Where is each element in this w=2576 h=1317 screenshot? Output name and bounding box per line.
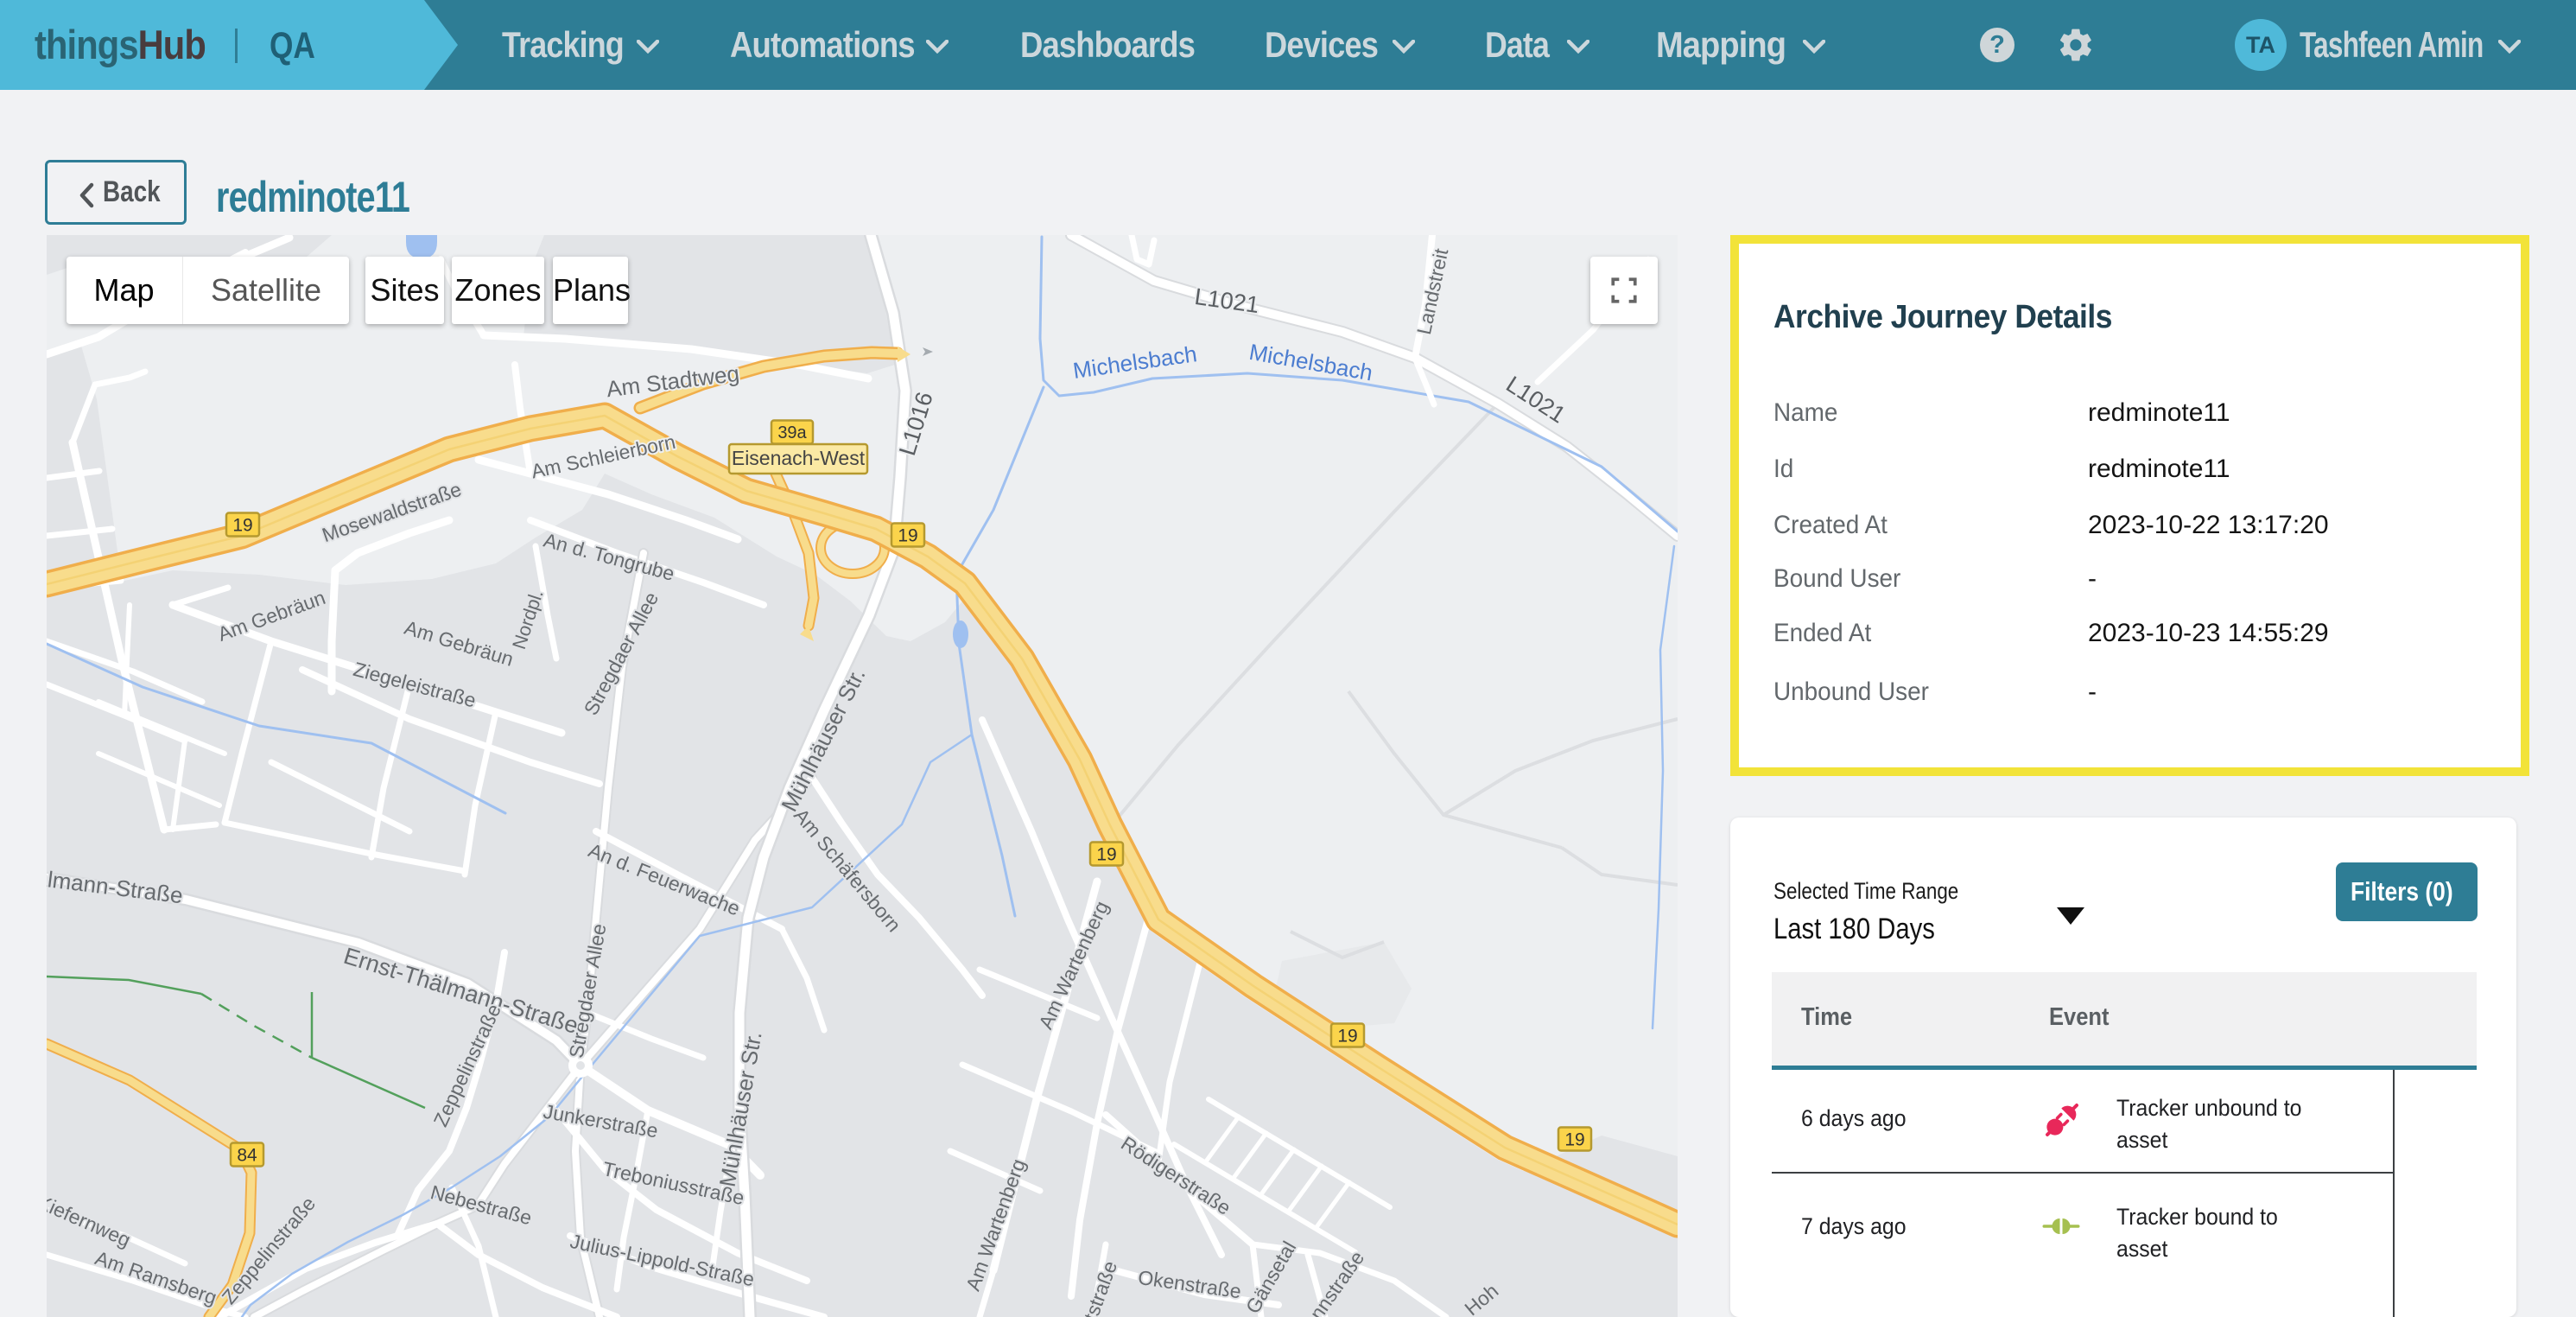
svg-text:19: 19 bbox=[1564, 1129, 1584, 1149]
svg-text:19: 19 bbox=[232, 515, 252, 535]
svg-text:84: 84 bbox=[237, 1145, 257, 1165]
svg-text:19: 19 bbox=[1337, 1026, 1357, 1046]
svg-text:19: 19 bbox=[1096, 844, 1116, 864]
svg-text:39a: 39a bbox=[777, 423, 807, 442]
svg-text:Eisenach-West: Eisenach-West bbox=[732, 447, 866, 469]
svg-text:19: 19 bbox=[898, 525, 917, 545]
